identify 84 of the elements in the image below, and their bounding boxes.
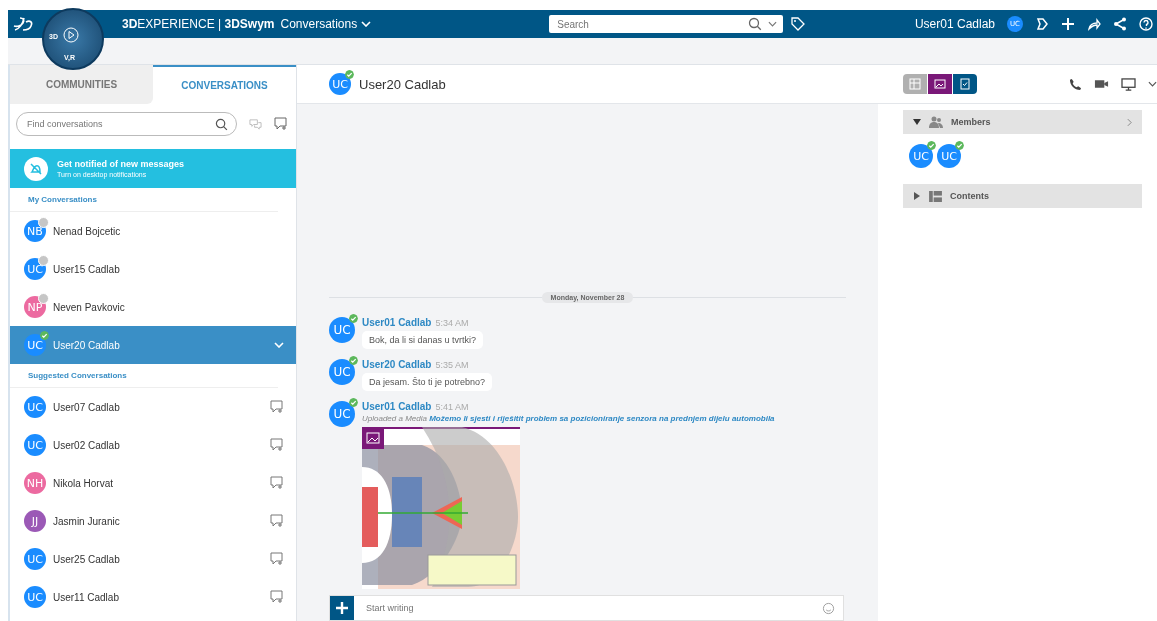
search-field[interactable]: Search	[555, 17, 743, 31]
message-time: 5:41 AM	[435, 402, 469, 412]
notification-title: Get notified of new messages	[57, 159, 185, 169]
app-brand: 3DEXPERIENCE | 3DSwym	[122, 17, 275, 31]
conversation-item[interactable]: UC User07 Cadlab	[10, 388, 296, 426]
user-avatar: JJ	[24, 510, 46, 532]
search-bar[interactable]: Search	[549, 15, 784, 33]
new-conversation-icon[interactable]	[274, 117, 288, 131]
new-conversation-icon[interactable]	[270, 514, 284, 528]
section-menu[interactable]: Conversations	[280, 17, 372, 31]
chevron-right-icon	[1127, 117, 1132, 127]
chevron-down-icon[interactable]	[1148, 81, 1157, 87]
user-avatar: UC	[24, 334, 46, 356]
conversation-item[interactable]: UC User11 Cadlab	[10, 578, 296, 616]
search-icon[interactable]	[215, 117, 228, 131]
conversation-item[interactable]: UC User20 Cadlab	[10, 326, 296, 364]
phone-icon[interactable]	[1069, 77, 1082, 91]
panel-header[interactable]: Members	[903, 110, 1142, 134]
layout-icon	[929, 190, 942, 202]
triangle-down-icon	[913, 118, 921, 126]
user-avatar: UC	[329, 401, 355, 427]
search-icon[interactable]	[748, 17, 763, 31]
user-avatar: UC	[937, 144, 961, 168]
section-heading: Suggested Conversations	[10, 364, 278, 388]
chevron-down-icon	[361, 21, 372, 27]
tag-icon[interactable]	[791, 17, 806, 31]
view-toggle-button[interactable]	[903, 74, 927, 94]
media-caption: Uploaded a Media Možemo li sjesti i riješitit problem sa pozicioniranje senzora na prednjem dijelu automobila	[362, 414, 775, 423]
grid-view-icon	[908, 77, 922, 91]
image-icon	[933, 77, 947, 91]
plus-icon[interactable]	[1061, 17, 1075, 31]
conversation-item[interactable]: JJ Jasmin Juranic	[10, 502, 296, 540]
user-avatar: UC	[909, 144, 933, 168]
user-avatar: UC	[24, 434, 46, 456]
user-avatar: UC	[24, 258, 46, 280]
new-conversation-icon[interactable]	[270, 438, 284, 452]
network-share-icon[interactable]	[1113, 17, 1127, 31]
sender-name[interactable]: User20 Cadlab	[362, 359, 432, 370]
user-avatar: UC	[329, 359, 355, 385]
conversation-title: User20 Cadlab	[359, 76, 446, 92]
plus-icon[interactable]	[335, 601, 349, 615]
message-time: 5:35 AM	[435, 360, 469, 370]
conversation-item[interactable]: NH Nikola Horvat	[10, 464, 296, 502]
user-avatar: NP	[24, 296, 46, 318]
triangle-right-icon	[913, 192, 921, 200]
sender-name[interactable]: User01 Cadlab	[362, 401, 432, 412]
new-conversation-icon[interactable]	[270, 590, 284, 604]
video-camera-icon[interactable]	[1094, 78, 1109, 90]
user-avatar: UC	[329, 317, 355, 343]
new-conversation-icon[interactable]	[270, 552, 284, 566]
chevron-down-icon[interactable]	[768, 21, 778, 27]
play-icon	[63, 27, 79, 43]
clipboard-check-icon	[958, 77, 972, 91]
view-toggle-button[interactable]	[953, 74, 977, 94]
conversation-item[interactable]: NP Neven Pavkovic	[10, 288, 296, 326]
muted-bell-icon	[24, 156, 48, 181]
user-avatar: UC	[24, 586, 46, 608]
new-conversation-icon[interactable]	[270, 400, 284, 414]
panel-header[interactable]: Contents	[903, 184, 1142, 208]
help-icon[interactable]	[1139, 17, 1153, 31]
conversation-item[interactable]: NB Nenad Bojcetic	[10, 212, 296, 250]
message-input[interactable]: Start writing	[364, 602, 812, 614]
share-arrow-icon[interactable]	[1087, 17, 1101, 31]
conversation-item[interactable]: UC User15 Cadlab	[10, 250, 296, 288]
tab[interactable]: COMMUNITIES	[10, 65, 153, 104]
conversation-item[interactable]: UC User02 Cadlab	[10, 426, 296, 464]
user-avatar: UC	[329, 73, 351, 95]
people-icon	[929, 116, 943, 128]
monitor-icon[interactable]	[1121, 77, 1136, 91]
cad-screenshot-drawing[interactable]	[362, 427, 520, 589]
user-avatar: NB	[24, 220, 46, 242]
message-time: 5:34 AM	[435, 318, 469, 328]
new-conversation-icon[interactable]	[270, 476, 284, 490]
conversation-item[interactable]: UC User25 Cadlab	[10, 540, 296, 578]
user-avatar: UC	[24, 548, 46, 570]
sender-name[interactable]: User01 Cadlab	[362, 317, 432, 328]
message-bubble: Da jesam. Što ti je potrebno?	[362, 373, 493, 391]
section-heading: My Conversations	[10, 188, 278, 212]
message-bubble: Bok, da li si danas u tvrtki?	[362, 331, 484, 349]
user-avatar: NH	[24, 472, 46, 494]
user-name[interactable]: User01 Cadlab	[914, 17, 995, 31]
composer-bar[interactable]: Start writing	[329, 595, 844, 621]
view-toggle-button[interactable]	[928, 74, 952, 94]
user-avatar: UC	[24, 396, 46, 418]
